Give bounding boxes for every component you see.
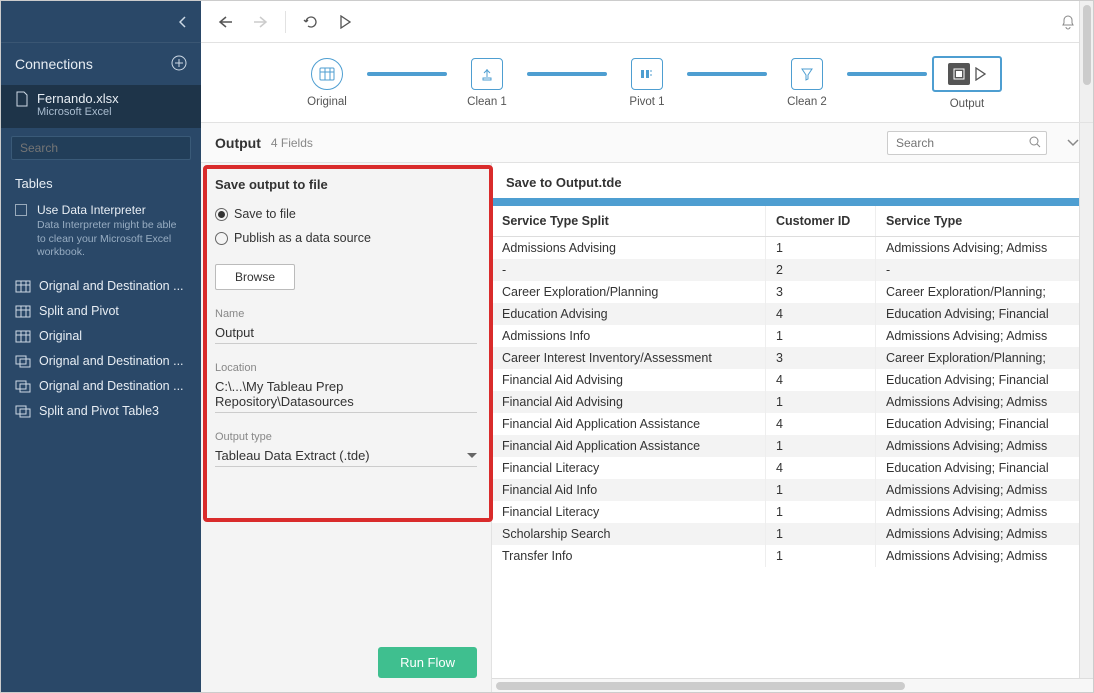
add-connection-button[interactable] [171, 55, 187, 74]
name-field[interactable]: Output [215, 320, 477, 344]
connection-filetype: Microsoft Excel [37, 106, 119, 118]
flow-step-clean-2[interactable]: Clean 2 [767, 58, 847, 108]
table-row[interactable]: Financial Literacy4Education Advising; F… [492, 457, 1093, 479]
flow-step-pivot-1[interactable]: Pivot 1 [607, 58, 687, 108]
run-flow-button[interactable]: Run Flow [378, 647, 477, 678]
refresh-icon [303, 14, 319, 30]
play-icon [339, 15, 351, 29]
browse-button[interactable]: Browse [215, 264, 295, 290]
filter-icon [800, 67, 814, 81]
save-to-file-option[interactable]: Save to file [215, 207, 477, 221]
back-button[interactable] [213, 9, 239, 35]
sidebar-table-item[interactable]: Orignal and Destination ... [1, 374, 201, 399]
preview-table-container[interactable]: Service Type SplitCustomer IDService Typ… [492, 206, 1093, 678]
table-icon [15, 304, 31, 319]
table-icon [15, 354, 31, 369]
notifications-button[interactable] [1055, 9, 1081, 35]
table-row[interactable]: -2- [492, 259, 1093, 281]
run-button[interactable] [332, 9, 358, 35]
table-row[interactable]: Admissions Info1Admissions Advising; Adm… [492, 325, 1093, 347]
location-label: Location [215, 362, 477, 374]
table-row[interactable]: Career Exploration/Planning3Career Explo… [492, 281, 1093, 303]
sidebar-table-item[interactable]: Orignal and Destination ... [1, 349, 201, 374]
name-label: Name [215, 308, 477, 320]
field-count: 4 Fields [271, 136, 313, 150]
dropdown-icon [467, 453, 477, 459]
flow-step-original[interactable]: Original [287, 58, 367, 108]
table-row[interactable]: Financial Aid Info1Admissions Advising; … [492, 479, 1093, 501]
location-field[interactable]: C:\...\My Tableau Prep Repository\Dataso… [215, 374, 477, 413]
table-icon [15, 404, 31, 419]
flow-step-output[interactable]: Output [927, 56, 1007, 110]
save-output-title: Save output to file [215, 177, 477, 192]
flow-step-clean-1[interactable]: Clean 1 [447, 58, 527, 108]
preview-table: Service Type SplitCustomer IDService Typ… [492, 206, 1093, 567]
table-row[interactable]: Financial Aid Application Assistance4Edu… [492, 413, 1093, 435]
table-row[interactable]: Transfer Info1Admissions Advising; Admis… [492, 545, 1093, 567]
search-icon [1029, 136, 1042, 149]
table-row[interactable]: Education Advising4Education Advising; F… [492, 303, 1093, 325]
publish-option[interactable]: Publish as a data source [215, 231, 477, 245]
arrow-left-icon [218, 15, 234, 29]
sidebar-table-item[interactable]: Orignal and Destination ... [1, 274, 201, 299]
sidebar: Connections Fernando.xlsx Microsoft Exce… [1, 1, 201, 692]
flow-connector [367, 72, 447, 76]
table-icon [15, 379, 31, 394]
table-row[interactable]: Financial Aid Advising4Education Advisin… [492, 369, 1093, 391]
table-icon [319, 67, 335, 81]
table-row[interactable]: Financial Aid Advising1Admissions Advisi… [492, 391, 1093, 413]
preview-accent-bar [492, 198, 1093, 206]
chevron-down-icon [1067, 139, 1079, 147]
collapse-panel-button[interactable] [1067, 135, 1079, 150]
preview-panel: Save to Output.tde Service Type SplitCus… [491, 163, 1093, 692]
pivot-icon [639, 67, 655, 81]
sidebar-table-item[interactable]: Original [1, 324, 201, 349]
bell-icon [1060, 14, 1076, 30]
sidebar-table-item[interactable]: Split and Pivot [1, 299, 201, 324]
table-row[interactable]: Career Interest Inventory/Assessment3Car… [492, 347, 1093, 369]
sidebar-collapse-button[interactable] [1, 1, 201, 43]
table-row[interactable]: Financial Literacy1Admissions Advising; … [492, 501, 1093, 523]
column-header[interactable]: Service Type [876, 206, 1093, 237]
forward-button[interactable] [247, 9, 273, 35]
radio-checked-icon [215, 208, 228, 221]
refresh-button[interactable] [298, 9, 324, 35]
output-title: Output [215, 135, 261, 151]
output-type-select[interactable]: Tableau Data Extract (.tde) [215, 443, 477, 467]
column-header[interactable]: Customer ID [766, 206, 876, 237]
flow-canvas[interactable]: Original Clean 1 Pivot 1 Clean 2 [201, 43, 1093, 123]
chevron-left-icon [179, 16, 187, 28]
column-header[interactable]: Service Type Split [492, 206, 766, 237]
output-icon [948, 63, 970, 85]
plus-circle-icon [171, 55, 187, 71]
table-icon [15, 279, 31, 294]
play-icon [974, 67, 986, 81]
table-icon [15, 329, 31, 344]
flow-connector [687, 72, 767, 76]
toolbar [201, 1, 1093, 43]
horizontal-scrollbar[interactable] [492, 678, 1093, 692]
radio-unchecked-icon [215, 232, 228, 245]
table-row[interactable]: Admissions Advising1Admissions Advising;… [492, 237, 1093, 260]
arrow-right-icon [252, 15, 268, 29]
checkbox-icon [15, 204, 27, 216]
data-interpreter-option[interactable]: Use Data Interpreter Data Interpreter mi… [1, 199, 201, 270]
sidebar-table-item[interactable]: Split and Pivot Table3 [1, 399, 201, 424]
table-row[interactable]: Financial Aid Application Assistance1Adm… [492, 435, 1093, 457]
clean-icon [480, 67, 494, 81]
connection-item[interactable]: Fernando.xlsx Microsoft Excel [1, 85, 201, 128]
sidebar-search-input[interactable] [11, 136, 191, 160]
tables-label: Tables [1, 168, 201, 199]
preview-title: Save to Output.tde [492, 163, 1093, 198]
file-icon [15, 91, 29, 107]
connection-filename: Fernando.xlsx [37, 91, 119, 106]
table-row[interactable]: Scholarship Search1Admissions Advising; … [492, 523, 1093, 545]
save-output-panel: Save output to file Save to file Publish… [201, 163, 491, 692]
flow-connector [847, 72, 927, 76]
connections-label: Connections [15, 56, 93, 72]
flow-connector [527, 72, 607, 76]
output-type-label: Output type [215, 431, 477, 443]
output-search-input[interactable] [887, 131, 1047, 155]
